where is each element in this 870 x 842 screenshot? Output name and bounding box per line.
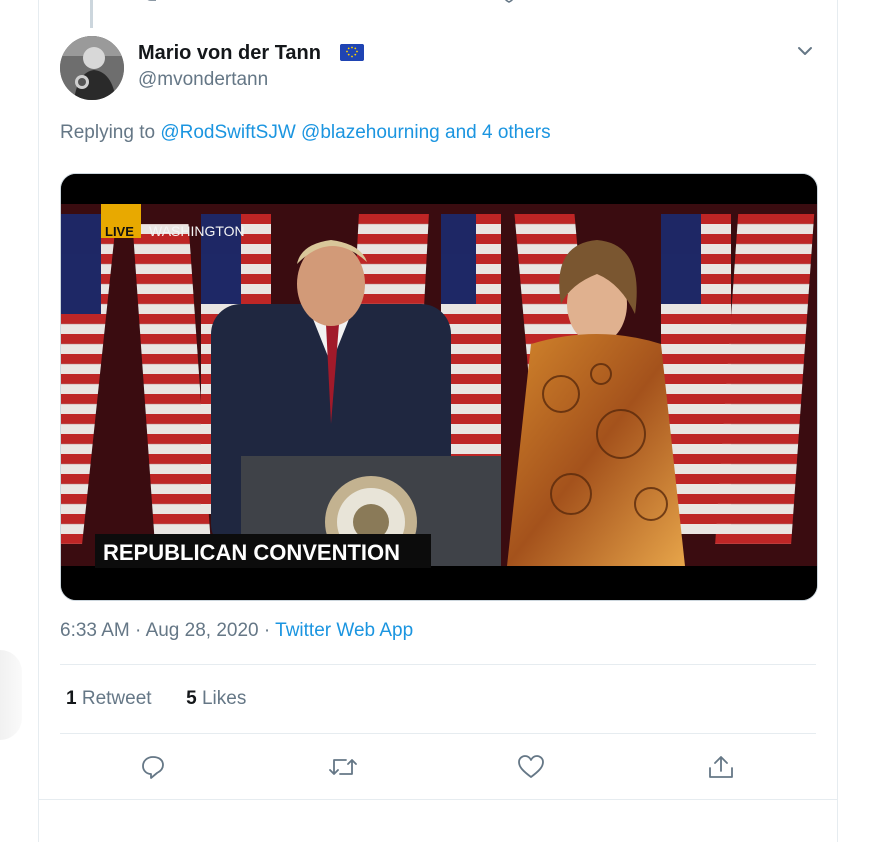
replying-to: Replying to @RodSwiftSJW @blazehourning … (60, 122, 551, 144)
meta-dot: · (135, 620, 142, 641)
divider (38, 799, 838, 800)
avatar[interactable] (60, 36, 124, 100)
like-icon (518, 755, 544, 778)
reply-user-link[interactable]: @blazehourning (301, 122, 440, 143)
author-display-name[interactable]: Mario von der Tann (138, 42, 321, 65)
retweet-icon (329, 759, 357, 775)
replying-prefix: Replying to (60, 122, 161, 143)
likes-label: Likes (201, 688, 247, 709)
reply-icon (142, 756, 164, 779)
tweet-date[interactable]: Aug 28, 2020 (146, 620, 259, 641)
tweet-stats: 1 Retweet 5 Likes (66, 688, 246, 710)
previous-tweet-actions (0, 0, 870, 6)
divider (60, 733, 816, 734)
reply-user-link[interactable]: @RodSwiftSJW (160, 122, 295, 143)
share-icon (709, 756, 733, 778)
tweet-actions (60, 752, 816, 786)
retweets-label: Retweet (81, 688, 152, 709)
floating-edge-shadow (0, 650, 22, 740)
like-icon[interactable] (500, 0, 518, 6)
location-label: WASHINGTON (149, 223, 245, 239)
likes-stat[interactable]: 5 Likes (186, 688, 246, 709)
author-handle[interactable]: @mvondertann (138, 69, 268, 91)
live-badge: LIVE (105, 224, 134, 239)
tweet-meta: 6:33 AM · Aug 28, 2020 · Twitter Web App (60, 620, 413, 642)
lower-third-caption: REPUBLICAN CONVENTION (103, 540, 400, 565)
reply-icon[interactable] (142, 0, 160, 6)
tweet-source-link[interactable]: Twitter Web App (275, 620, 413, 641)
avatar-photo (60, 36, 124, 100)
reply-others-link[interactable]: and 4 others (445, 122, 551, 143)
share-icon[interactable] (682, 0, 700, 6)
reply-button[interactable] (138, 752, 168, 782)
tweet-media-image[interactable]: LIVE WASHINGTON REPUBLICAN CONVENTION (60, 173, 818, 601)
eu-flag-icon (340, 44, 364, 61)
chevron-down-icon[interactable] (795, 42, 815, 60)
retweets-count: 1 (66, 688, 77, 709)
tweet-time[interactable]: 6:33 AM (60, 620, 130, 641)
meta-dot: · (263, 620, 271, 641)
retweet-icon[interactable] (322, 0, 340, 6)
divider (60, 664, 816, 665)
retweet-button[interactable] (328, 752, 358, 782)
likes-count: 5 (186, 688, 197, 709)
convention-video-still: LIVE WASHINGTON REPUBLICAN CONVENTION (61, 174, 817, 600)
retweets-stat[interactable]: 1 Retweet (66, 688, 152, 709)
share-button[interactable] (706, 752, 736, 782)
like-button[interactable] (516, 752, 546, 782)
